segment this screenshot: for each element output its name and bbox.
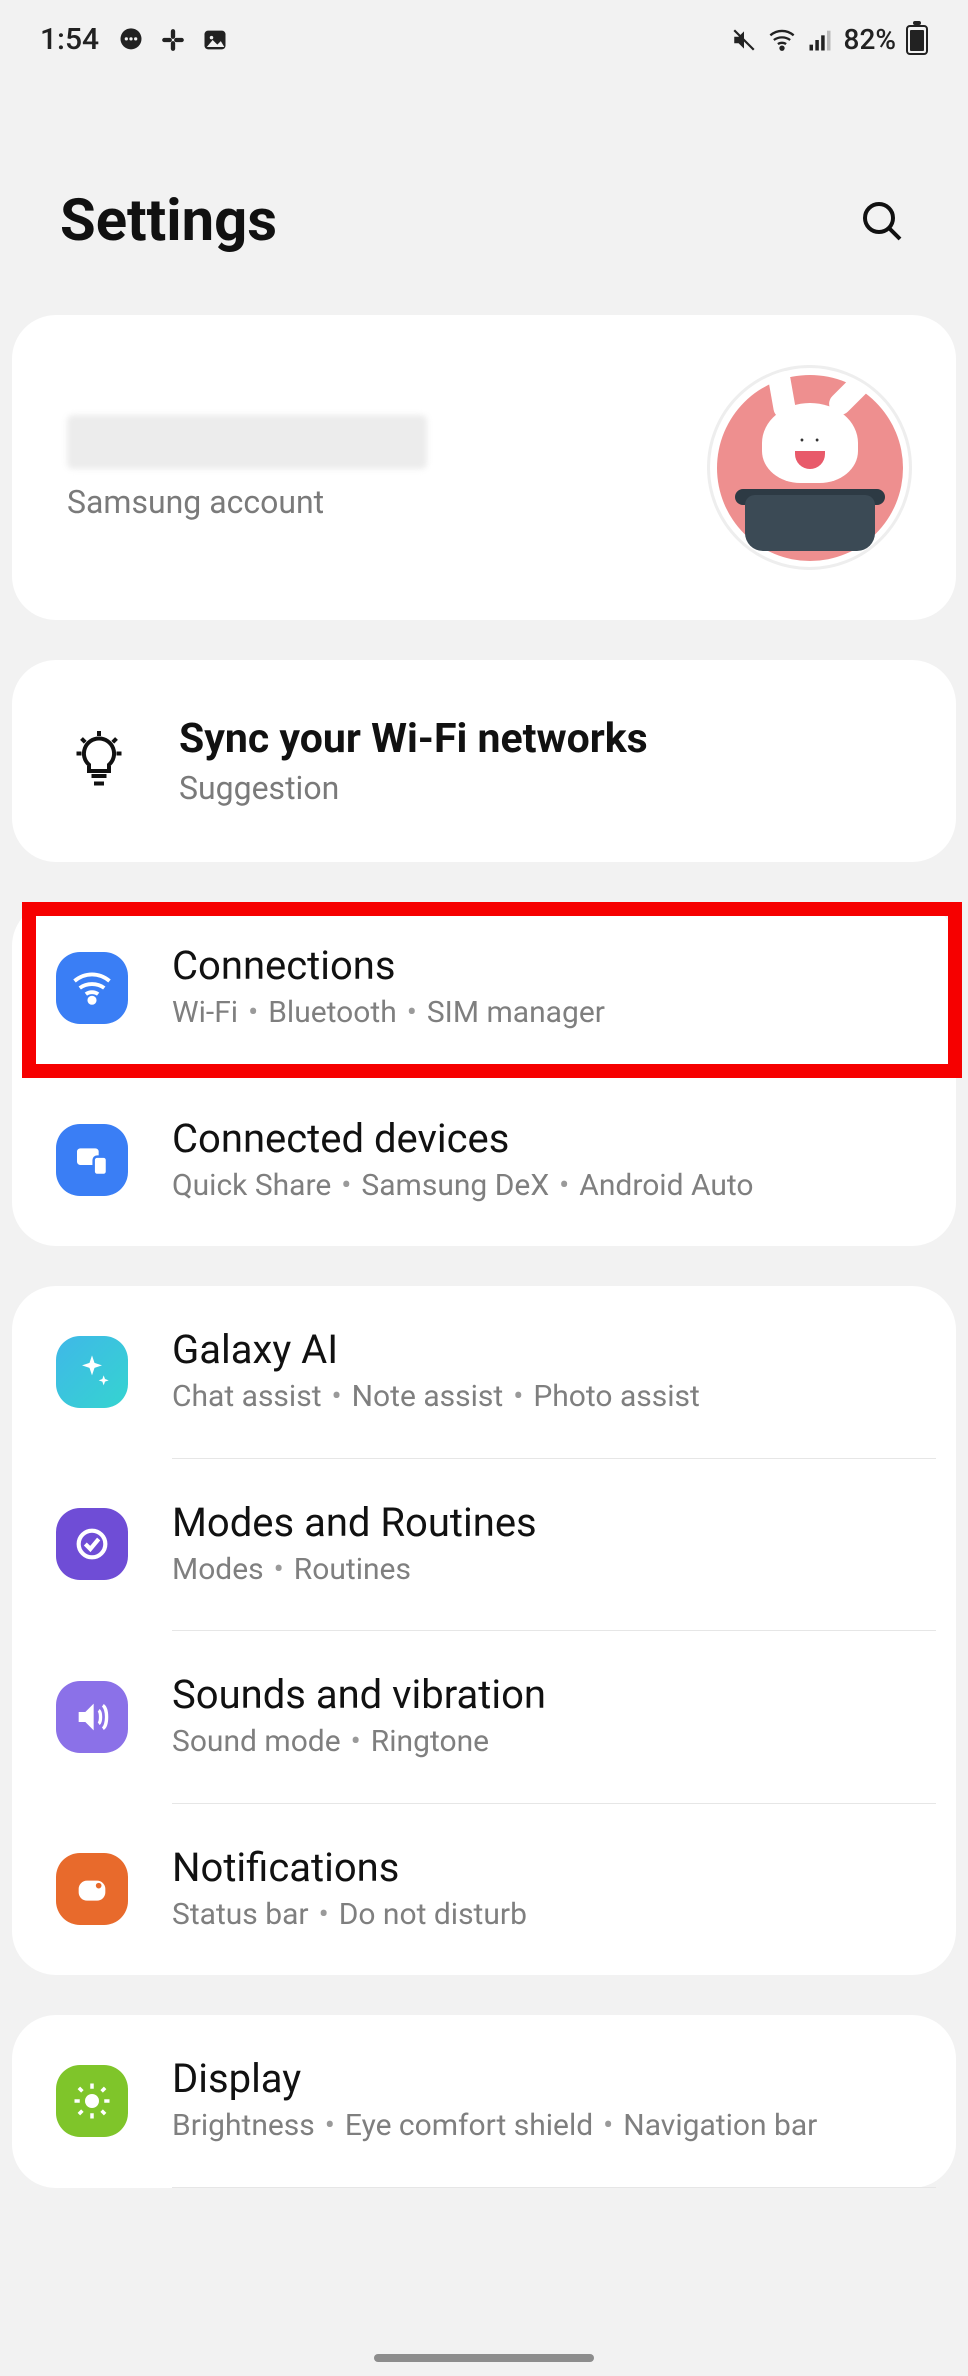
lightbulb-icon (67, 731, 131, 791)
status-time: 1:54 (40, 22, 99, 57)
slack-icon (159, 26, 187, 54)
row-sounds[interactable]: Sounds and vibration Sound mode•Ringtone (12, 1631, 956, 1803)
row-title: Modes and Routines (172, 1499, 912, 1546)
home-indicator[interactable] (374, 2354, 594, 2362)
page-title: Settings (60, 187, 277, 255)
row-title: Notifications (172, 1844, 912, 1891)
row-galaxy-ai[interactable]: Galaxy AI Chat assist•Note assist•Photo … (12, 1286, 956, 1458)
wifi-icon (56, 952, 128, 1024)
avatar-image: • • (717, 375, 903, 561)
status-left: 1:54 (40, 22, 229, 57)
battery-percent: 82% (844, 23, 896, 56)
row-title: Connections (172, 942, 912, 989)
devices-icon (56, 1124, 128, 1196)
wifi-icon (768, 26, 796, 54)
row-title: Connected devices (172, 1115, 912, 1162)
sound-icon (56, 1681, 128, 1753)
row-title: Galaxy AI (172, 1326, 912, 1373)
mute-icon (730, 26, 758, 54)
row-connections[interactable]: Connections Wi-Fi•Bluetooth•SIM manager (12, 902, 956, 1074)
row-sub: Quick Share•Samsung DeX•Android Auto (172, 1166, 912, 1207)
account-sub: Samsung account (67, 483, 677, 521)
row-display[interactable]: Display Brightness•Eye comfort shield•Na… (12, 2015, 956, 2187)
suggestion-sub: Suggestion (179, 769, 648, 807)
signal-icon (806, 26, 834, 54)
row-sub: Status bar•Do not disturb (172, 1895, 912, 1936)
row-sub: Wi-Fi•Bluetooth•SIM manager (172, 993, 912, 1034)
status-bar: 1:54 82% (0, 0, 968, 67)
row-connected-devices[interactable]: Connected devices Quick Share•Samsung De… (12, 1075, 956, 1247)
row-notifications[interactable]: Notifications Status bar•Do not disturb (12, 1804, 956, 1976)
avatar[interactable]: • • (707, 365, 912, 570)
header: Settings (0, 67, 968, 315)
sparkle-icon (56, 1336, 128, 1408)
brightness-icon (56, 2065, 128, 2137)
row-sub: Brightness•Eye comfort shield•Navigation… (172, 2106, 912, 2147)
divider (172, 2187, 936, 2188)
row-sub: Sound mode•Ringtone (172, 1722, 912, 1763)
status-right: 82% (730, 23, 928, 56)
photo-icon (201, 26, 229, 54)
row-sub: Modes•Routines (172, 1550, 912, 1591)
row-modes-routines[interactable]: Modes and Routines Modes•Routines (12, 1459, 956, 1631)
row-sub: Chat assist•Note assist•Photo assist (172, 1377, 912, 1418)
account-name-redacted (67, 415, 427, 469)
notification-icon (56, 1853, 128, 1925)
row-title: Display (172, 2055, 912, 2102)
suggestion-card[interactable]: Sync your Wi-Fi networks Suggestion (12, 660, 956, 862)
messages-icon (117, 26, 145, 54)
row-title: Sounds and vibration (172, 1671, 912, 1718)
battery-icon (906, 25, 928, 55)
suggestion-title: Sync your Wi-Fi networks (179, 715, 648, 763)
routines-icon (56, 1508, 128, 1580)
search-button[interactable] (856, 195, 908, 247)
samsung-account-card[interactable]: Samsung account • • (12, 315, 956, 620)
